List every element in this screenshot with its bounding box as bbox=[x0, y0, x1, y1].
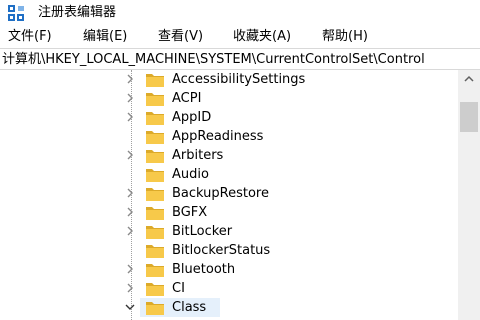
address-bar[interactable]: 计算机\HKEY_LOCAL_MACHINE\SYSTEM\CurrentCon… bbox=[0, 48, 480, 70]
chevron-right-icon[interactable] bbox=[123, 71, 137, 87]
folder-icon bbox=[146, 169, 164, 182]
window-title: 注册表编辑器 bbox=[38, 5, 117, 20]
chevron-right-icon[interactable] bbox=[123, 109, 137, 125]
registry-editor-icon bbox=[8, 5, 24, 21]
tree-item-label: Arbiters bbox=[172, 148, 224, 163]
chevron-right-icon[interactable] bbox=[123, 185, 137, 201]
tree-item-label: AccessibilitySettings bbox=[172, 72, 306, 87]
menu-favorites[interactable]: 收藏夹(A) bbox=[233, 28, 291, 45]
tree-item[interactable]: Class bbox=[0, 298, 458, 317]
tree-item[interactable]: AppReadiness bbox=[0, 127, 458, 146]
tree-item[interactable]: Audio bbox=[0, 165, 458, 184]
vertical-scrollbar[interactable] bbox=[458, 70, 480, 320]
tree-item[interactable]: BitLocker bbox=[0, 222, 458, 241]
chevron-right-icon[interactable] bbox=[123, 147, 137, 163]
tree-item-label: Class bbox=[172, 300, 207, 315]
tree-item-label: AppReadiness bbox=[172, 129, 264, 144]
tree-item-label: AppID bbox=[172, 110, 212, 125]
scrollbar-thumb[interactable] bbox=[460, 102, 478, 132]
tree-item-label: BackupRestore bbox=[172, 186, 269, 201]
title-bar: 注册表编辑器 bbox=[0, 0, 480, 26]
folder-icon bbox=[146, 74, 164, 87]
menu-bar: 文件(F) 编辑(E) 查看(V) 收藏夹(A) 帮助(H) bbox=[0, 26, 480, 48]
tree-item[interactable]: ACPI bbox=[0, 89, 458, 108]
folder-icon bbox=[146, 188, 164, 201]
menu-help[interactable]: 帮助(H) bbox=[322, 28, 368, 45]
folder-icon bbox=[146, 112, 164, 125]
tree-item[interactable]: AppID bbox=[0, 108, 458, 127]
tree-item-label: BGFX bbox=[172, 205, 208, 220]
folder-icon bbox=[146, 245, 164, 258]
folder-icon bbox=[146, 264, 164, 277]
tree-item[interactable]: Arbiters bbox=[0, 146, 458, 165]
menu-edit[interactable]: 编辑(E) bbox=[83, 28, 127, 45]
chevron-right-icon[interactable] bbox=[123, 204, 137, 220]
folder-icon bbox=[146, 226, 164, 239]
folder-icon bbox=[146, 302, 164, 315]
tree-item-label: Bluetooth bbox=[172, 262, 236, 277]
chevron-right-icon[interactable] bbox=[123, 261, 137, 277]
tree-item-label: Audio bbox=[172, 167, 209, 182]
folder-icon bbox=[146, 93, 164, 106]
folder-icon bbox=[146, 131, 164, 144]
chevron-right-icon[interactable] bbox=[123, 280, 137, 296]
menu-file[interactable]: 文件(F) bbox=[8, 28, 52, 45]
folder-icon bbox=[146, 150, 164, 163]
registry-tree: AccessibilitySettings ACPI AppID AppReadine… bbox=[0, 70, 458, 320]
address-path[interactable]: 计算机\HKEY_LOCAL_MACHINE\SYSTEM\CurrentCon… bbox=[2, 51, 425, 68]
chevron-down-icon[interactable] bbox=[123, 299, 137, 315]
tree-item-label: BitlockerStatus bbox=[172, 243, 271, 258]
tree-item-label: BitLocker bbox=[172, 224, 233, 239]
chevron-right-icon[interactable] bbox=[123, 90, 137, 106]
folder-icon bbox=[146, 207, 164, 220]
tree-item-label: ACPI bbox=[172, 91, 202, 106]
menu-view[interactable]: 查看(V) bbox=[158, 28, 203, 45]
chevron-right-icon[interactable] bbox=[123, 223, 137, 239]
tree-item[interactable]: Bluetooth bbox=[0, 260, 458, 279]
tree-item-label: CI bbox=[172, 281, 185, 296]
tree-item[interactable]: AccessibilitySettings bbox=[0, 70, 458, 89]
folder-icon bbox=[146, 283, 164, 296]
scroll-up-arrow-icon[interactable] bbox=[458, 70, 480, 88]
tree-item[interactable]: BitlockerStatus bbox=[0, 241, 458, 260]
tree-item[interactable]: CI bbox=[0, 279, 458, 298]
tree-item[interactable]: BGFX bbox=[0, 203, 458, 222]
tree-item[interactable]: BackupRestore bbox=[0, 184, 458, 203]
